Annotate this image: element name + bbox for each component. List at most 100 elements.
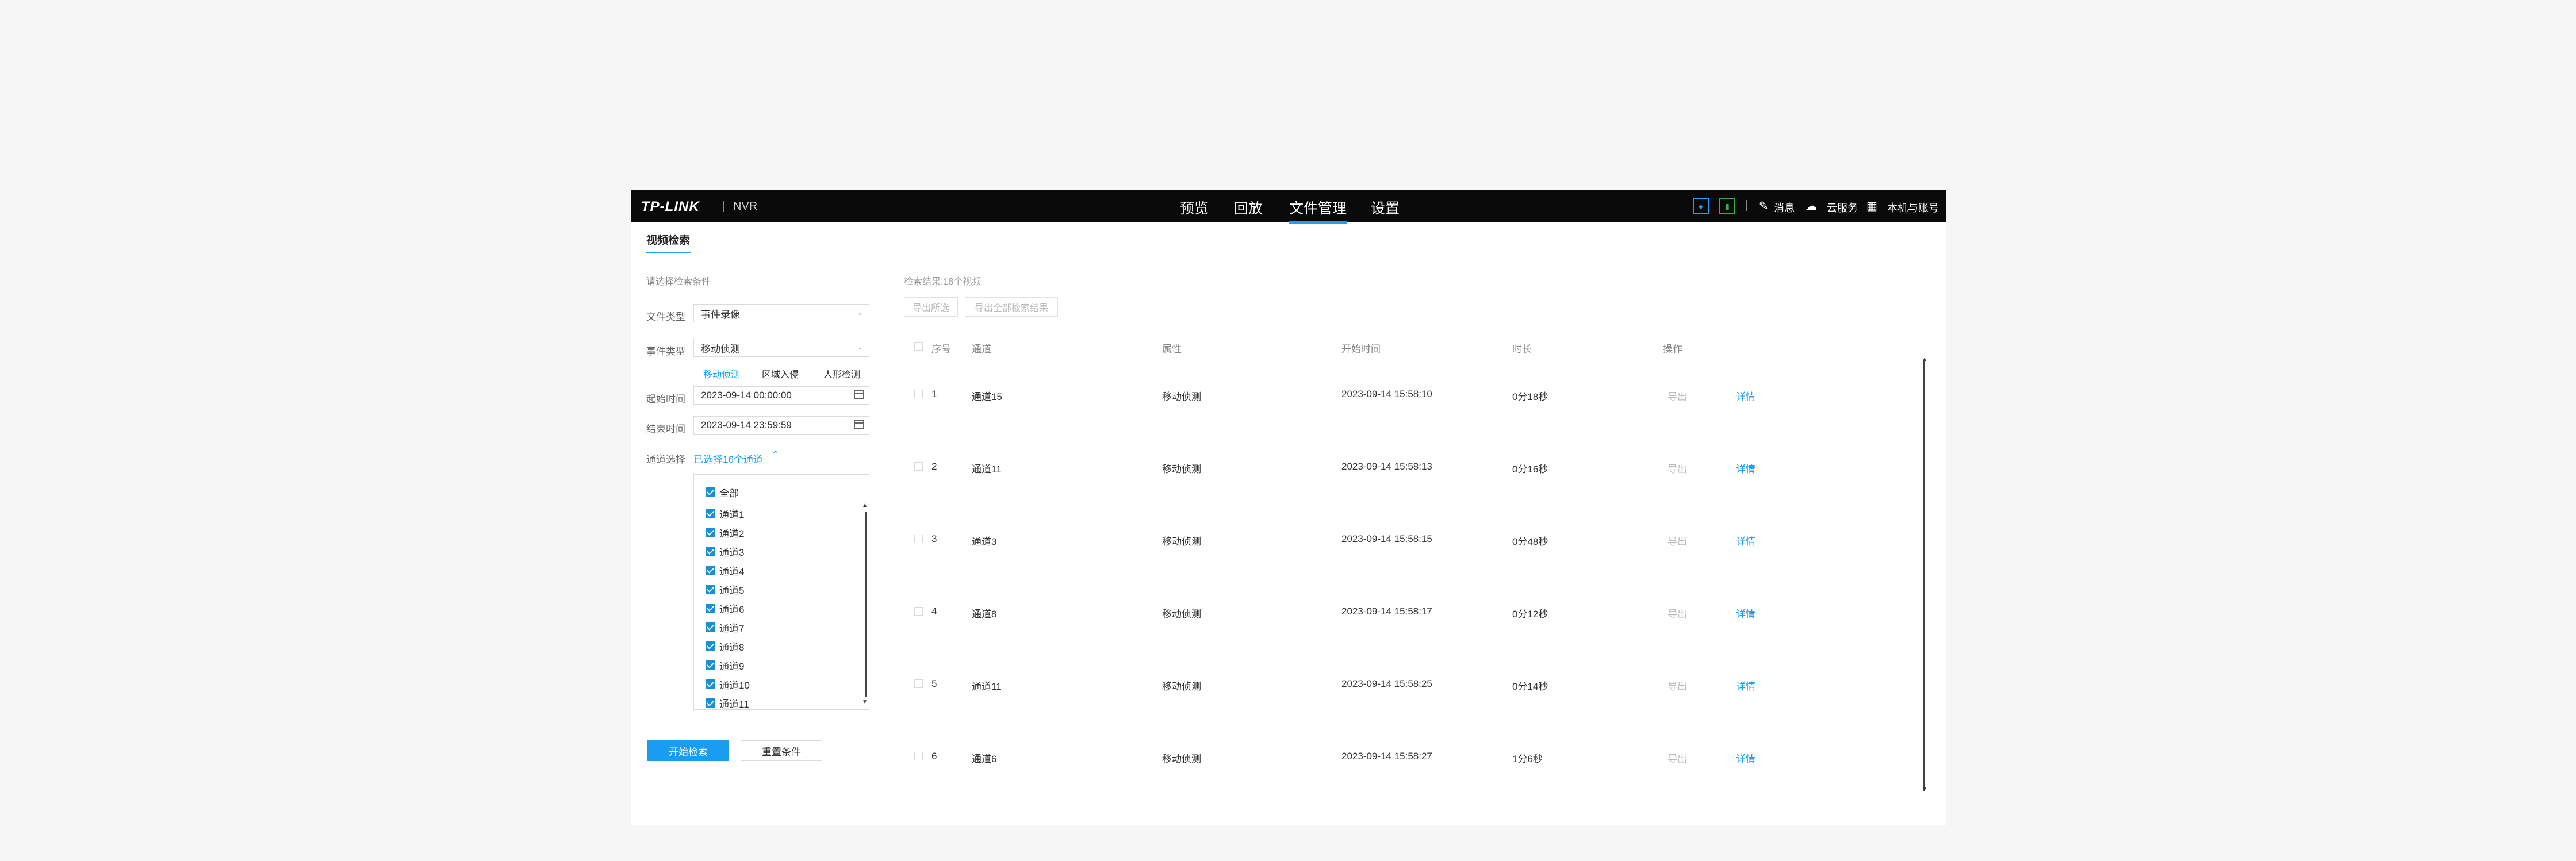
scroll-down-arrow[interactable]: ▼ bbox=[862, 699, 868, 705]
scroll-up-arrow[interactable]: ▲ bbox=[862, 502, 868, 509]
start-time-label: 起始时间 bbox=[646, 394, 685, 405]
calendar-icon[interactable] bbox=[854, 420, 864, 429]
row-checkbox[interactable] bbox=[914, 607, 923, 616]
row-no: 5 bbox=[931, 678, 937, 689]
event-type-select[interactable]: 移动侦测 ⌄ bbox=[693, 339, 869, 357]
row-detail-link[interactable]: 详情 bbox=[1736, 533, 1755, 548]
messages-link[interactable]: 消息 bbox=[1774, 200, 1795, 215]
row-start-time: 2023-09-14 15:58:10 bbox=[1341, 389, 1432, 399]
checkbox-icon[interactable] bbox=[706, 660, 715, 670]
channel-item-all[interactable]: 全部 bbox=[706, 485, 739, 499]
event-option-motion[interactable]: 移动侦测 bbox=[703, 367, 740, 380]
results-count: 检索结果:18个视频 bbox=[904, 277, 982, 287]
channel-item[interactable]: 通道5 bbox=[706, 582, 744, 597]
checkbox-icon[interactable] bbox=[706, 566, 715, 575]
row-checkbox[interactable] bbox=[914, 679, 923, 688]
nav-settings[interactable]: 设置 bbox=[1371, 197, 1400, 218]
checkbox-icon[interactable] bbox=[706, 622, 715, 632]
row-detail-link[interactable]: 详情 bbox=[1736, 461, 1755, 475]
nav-preview[interactable]: 预览 bbox=[1180, 197, 1209, 218]
row-duration: 0分12秒 bbox=[1512, 609, 1548, 620]
table-scrollbar[interactable] bbox=[1923, 360, 1925, 791]
bell-icon[interactable]: ✎ bbox=[1759, 199, 1769, 213]
row-detail-link[interactable]: 详情 bbox=[1736, 751, 1755, 765]
row-duration: 0分16秒 bbox=[1512, 464, 1548, 475]
search-hint: 请选择检索条件 bbox=[646, 277, 711, 287]
row-no: 3 bbox=[931, 533, 937, 544]
checkbox-icon[interactable] bbox=[706, 487, 715, 497]
row-export-link[interactable]: 导出 bbox=[1667, 461, 1687, 475]
channel-selected-toggle[interactable]: 已选择16个通道 bbox=[693, 451, 763, 466]
channel-list: 全部 通道1 通道2 通道3 通道4 通道5 通道6 通道7 通道8 通道9 通… bbox=[693, 474, 869, 710]
row-checkbox[interactable] bbox=[914, 462, 923, 471]
row-channel: 通道15 bbox=[972, 391, 1002, 402]
channel-item[interactable]: 通道11 bbox=[706, 696, 749, 709]
export-selected-button[interactable]: 导出所选 bbox=[904, 297, 958, 317]
row-start-time: 2023-09-14 15:58:17 bbox=[1341, 606, 1432, 617]
grid-icon[interactable]: ▦ bbox=[1866, 199, 1877, 213]
start-search-button[interactable]: 开始检索 bbox=[647, 740, 729, 761]
row-export-link[interactable]: 导出 bbox=[1667, 751, 1687, 765]
row-channel: 通道8 bbox=[972, 609, 997, 620]
export-all-button[interactable]: 导出全部检索结果 bbox=[965, 297, 1058, 317]
channel-item[interactable]: 通道1 bbox=[706, 506, 744, 521]
channel-list-scrollbar[interactable] bbox=[865, 512, 867, 697]
checkbox-icon[interactable] bbox=[706, 604, 715, 613]
checkbox-icon[interactable] bbox=[706, 547, 715, 556]
table-scroll-down-arrow[interactable]: ▼ bbox=[1922, 786, 1927, 793]
row-detail-link[interactable]: 详情 bbox=[1736, 389, 1755, 403]
reset-button[interactable]: 重置条件 bbox=[741, 740, 822, 761]
channel-item[interactable]: 通道2 bbox=[706, 525, 744, 540]
tab-underline bbox=[646, 252, 691, 253]
channel-item[interactable]: 通道4 bbox=[706, 563, 744, 578]
nav-file-management[interactable]: 文件管理 bbox=[1289, 197, 1347, 224]
channel-item[interactable]: 通道9 bbox=[706, 658, 744, 672]
event-type-label: 事件类型 bbox=[646, 346, 685, 357]
cloud-service-link[interactable]: 云服务 bbox=[1827, 200, 1858, 215]
account-link[interactable]: 本机与账号 bbox=[1887, 200, 1939, 215]
row-export-link[interactable]: 导出 bbox=[1667, 678, 1687, 693]
file-type-select[interactable]: 事件录像 ⌄ bbox=[693, 304, 869, 322]
channel-label: 通道选择 bbox=[646, 454, 685, 465]
chevron-down-icon: ⌄ bbox=[857, 343, 863, 351]
checkbox-icon[interactable] bbox=[706, 679, 715, 689]
row-duration: 0分14秒 bbox=[1512, 681, 1548, 692]
row-checkbox[interactable] bbox=[914, 390, 923, 398]
channel-item[interactable]: 通道10 bbox=[706, 677, 750, 691]
signal-icon[interactable]: ▮ bbox=[1719, 198, 1735, 214]
row-detail-link[interactable]: 详情 bbox=[1736, 678, 1755, 693]
toolbar-divider: | bbox=[1745, 199, 1749, 212]
row-start-time: 2023-09-14 15:58:13 bbox=[1341, 461, 1432, 472]
channel-item[interactable]: 通道3 bbox=[706, 544, 744, 559]
row-start-time: 2023-09-14 15:58:27 bbox=[1341, 751, 1432, 762]
row-checkbox[interactable] bbox=[914, 535, 923, 543]
user-icon[interactable]: ● bbox=[1693, 198, 1709, 214]
cloud-icon[interactable]: ☁ bbox=[1805, 199, 1817, 213]
nav-playback[interactable]: 回放 bbox=[1234, 197, 1263, 218]
channel-item[interactable]: 通道7 bbox=[706, 620, 744, 635]
col-header-channel: 通道 bbox=[972, 344, 991, 355]
select-all-checkbox[interactable] bbox=[914, 342, 923, 351]
event-option-intrusion[interactable]: 区域入侵 bbox=[762, 367, 799, 380]
row-export-link[interactable]: 导出 bbox=[1667, 606, 1687, 620]
event-option-human[interactable]: 人形检测 bbox=[823, 367, 860, 380]
chevron-up-icon[interactable]: ⌃ bbox=[772, 449, 779, 460]
checkbox-icon[interactable] bbox=[706, 509, 715, 518]
row-detail-link[interactable]: 详情 bbox=[1736, 606, 1755, 620]
row-export-link[interactable]: 导出 bbox=[1667, 389, 1687, 403]
event-type-value: 移动侦测 bbox=[701, 343, 740, 355]
row-channel: 通道11 bbox=[972, 681, 1002, 692]
calendar-icon[interactable] bbox=[854, 390, 864, 399]
channel-item[interactable]: 通道6 bbox=[706, 601, 744, 616]
end-time-input[interactable]: 2023-09-14 23:59:59 bbox=[693, 416, 869, 435]
row-checkbox[interactable] bbox=[914, 752, 923, 760]
tab-video-search[interactable]: 视频检索 bbox=[646, 232, 690, 247]
row-export-link[interactable]: 导出 bbox=[1667, 533, 1687, 548]
channel-item[interactable]: 通道8 bbox=[706, 639, 744, 654]
checkbox-icon[interactable] bbox=[706, 528, 715, 537]
checkbox-icon[interactable] bbox=[706, 698, 715, 708]
col-header-attr: 属性 bbox=[1162, 344, 1182, 355]
checkbox-icon[interactable] bbox=[706, 641, 715, 651]
start-time-input[interactable]: 2023-09-14 00:00:00 bbox=[693, 386, 869, 405]
checkbox-icon[interactable] bbox=[706, 585, 715, 594]
